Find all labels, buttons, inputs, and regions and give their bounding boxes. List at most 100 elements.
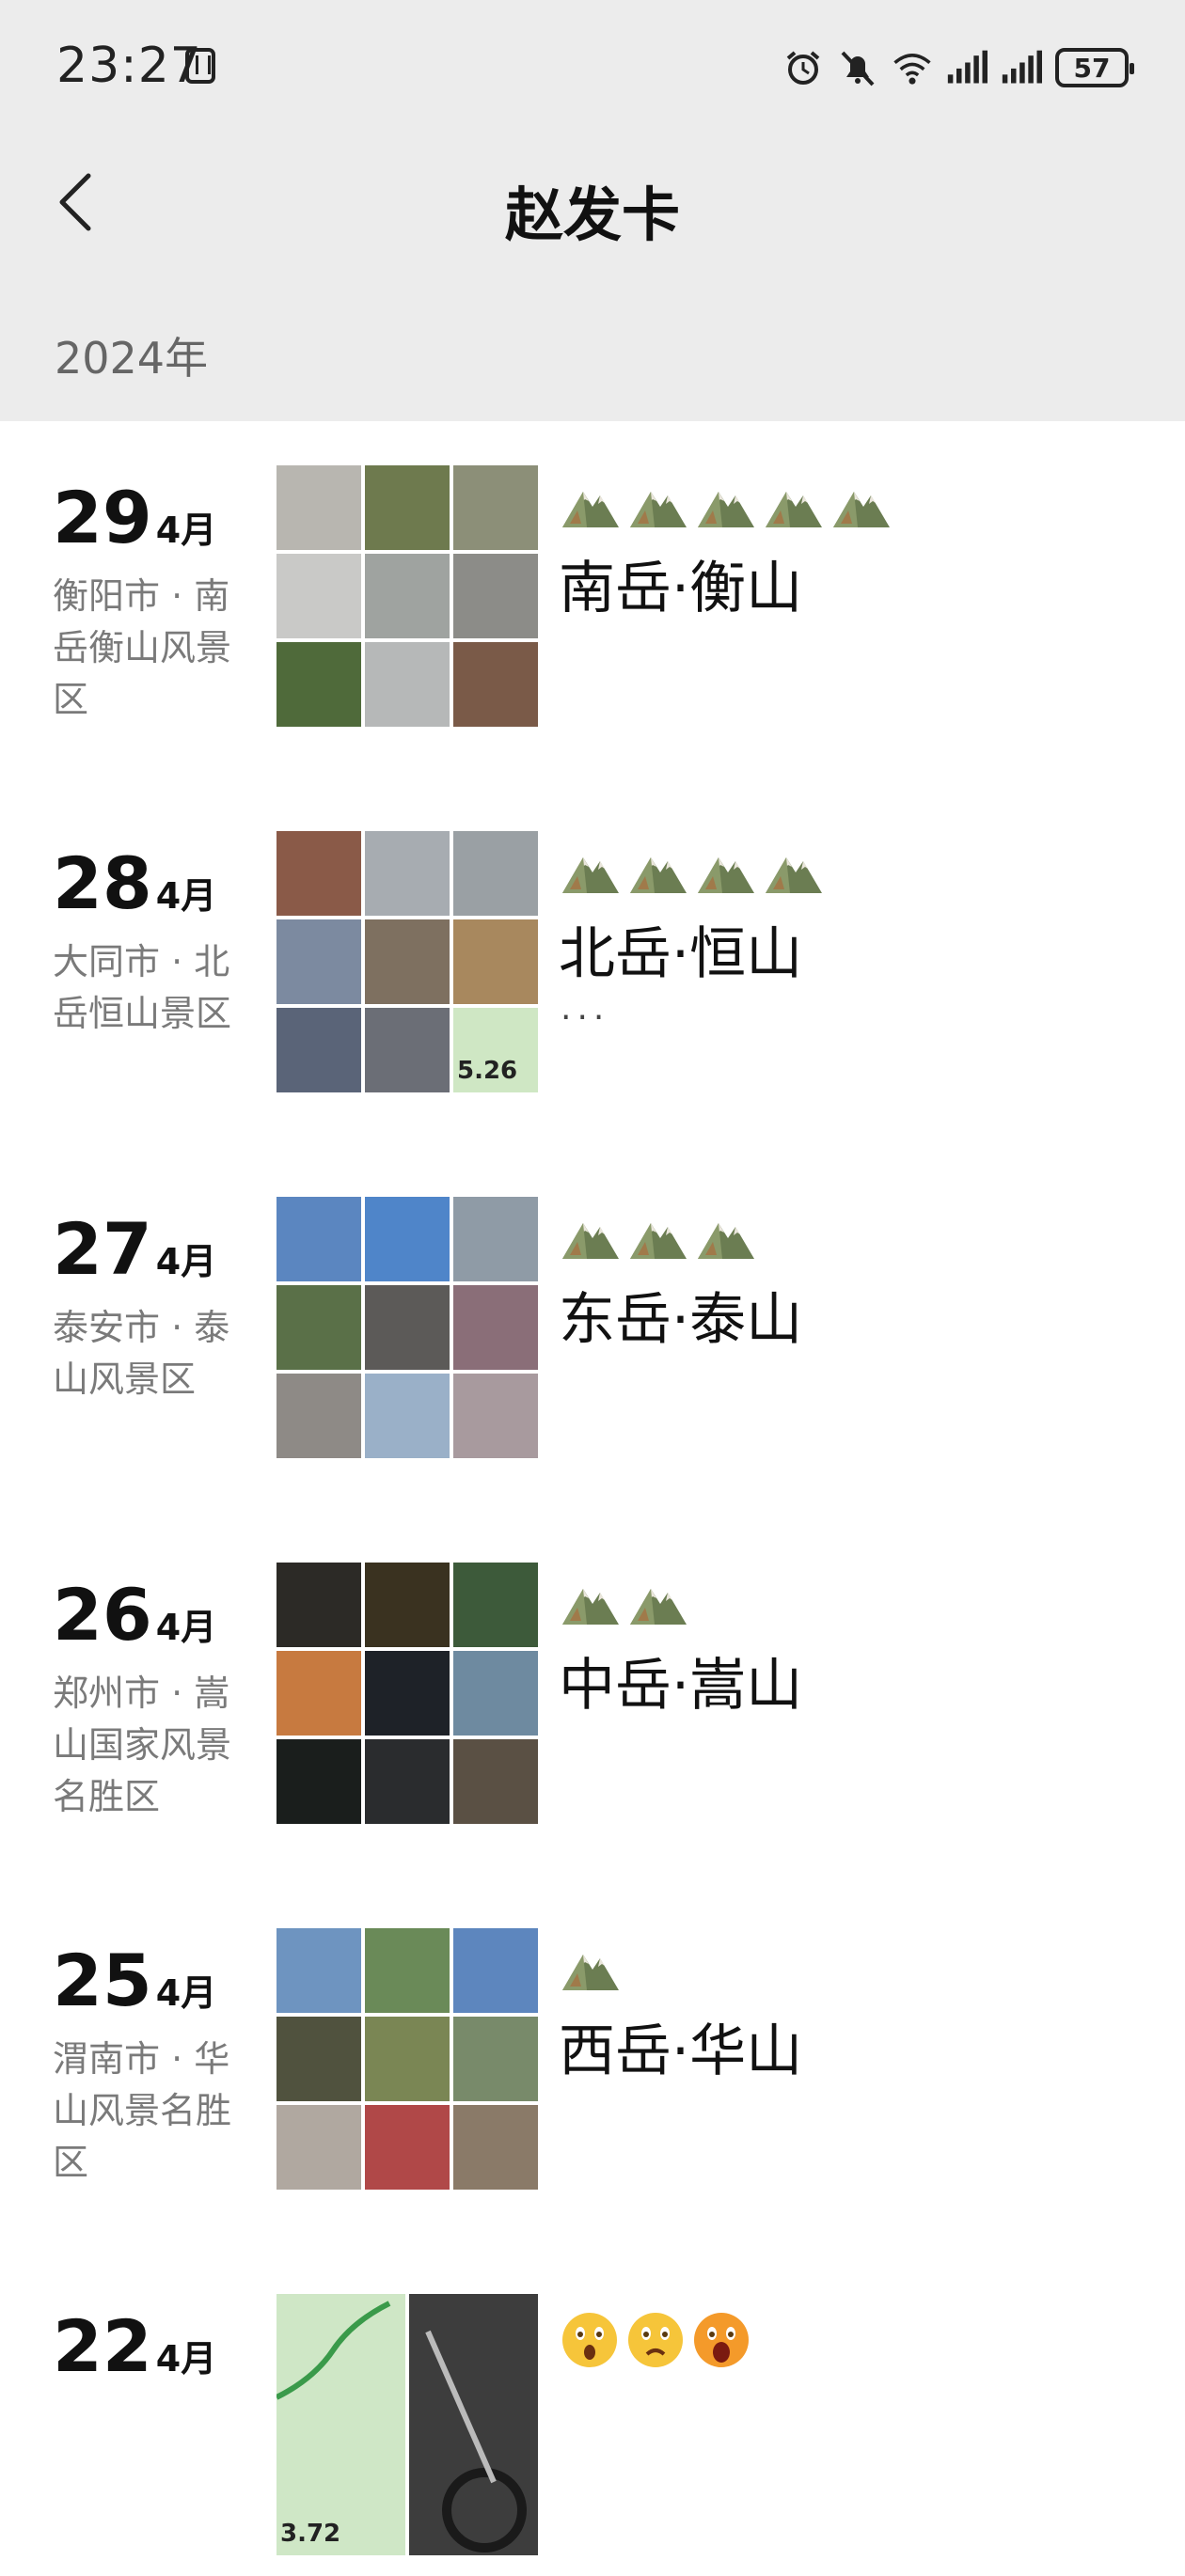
mountain-emoji-icon	[628, 848, 688, 897]
photo-grid[interactable]	[276, 1928, 538, 2190]
face-emoji-icon	[626, 2311, 685, 2369]
photo-thumbnail[interactable]	[365, 1008, 450, 1092]
mute-bell-icon	[837, 47, 878, 88]
photo-thumbnail[interactable]	[453, 831, 538, 916]
photo-thumbnail[interactable]	[276, 642, 361, 727]
photo-thumbnail[interactable]	[453, 2017, 538, 2101]
photo-thumbnail[interactable]	[276, 831, 361, 916]
photo-thumbnail[interactable]	[365, 1197, 450, 1281]
entry-location: 郑州市 · 嵩山国家风景名胜区	[53, 1673, 232, 1817]
photo-thumbnail[interactable]: 5.26	[453, 1008, 538, 1092]
entry-day: 29	[53, 476, 152, 559]
photo-thumbnail[interactable]	[276, 2017, 361, 2101]
photo-thumbnail[interactable]	[365, 1374, 450, 1458]
mountain-emoji-icon	[696, 482, 756, 531]
thumb-label: 3.72	[280, 2520, 341, 2548]
status-bar: 23:27 57	[0, 0, 1185, 136]
alarm-icon	[782, 47, 824, 88]
thumb-label: 5.26	[457, 1057, 518, 1085]
entry-emojis	[561, 1945, 621, 1994]
entry-day: 26	[53, 1573, 152, 1657]
photo-thumbnail[interactable]	[276, 1197, 361, 1281]
photo-thumbnail[interactable]	[276, 1739, 361, 1824]
battery-level: 57	[1073, 52, 1111, 84]
photo-grid[interactable]: 5.26	[276, 831, 538, 1092]
entry-month: 4月	[155, 2338, 217, 2380]
entry-day: 22	[53, 2304, 152, 2388]
nav-bar: 赵发卡	[0, 141, 1185, 263]
photo-thumbnail[interactable]	[365, 1651, 450, 1736]
photo-thumbnail[interactable]	[276, 2105, 361, 2190]
photo-grid[interactable]	[276, 1197, 538, 1458]
mountain-emoji-icon	[561, 848, 621, 897]
photo-thumbnail[interactable]	[453, 554, 538, 638]
photo-thumbnail[interactable]	[453, 2105, 538, 2190]
entry-more: ···	[561, 998, 610, 1037]
photo-thumbnail[interactable]	[409, 2294, 538, 2555]
photo-thumbnail[interactable]	[453, 1563, 538, 1647]
timeline-entry[interactable]: 22 4月 3.72	[0, 2294, 1185, 2576]
signal-2-icon	[1001, 47, 1042, 88]
entry-day: 28	[53, 841, 152, 925]
photo-grid[interactable]	[276, 1563, 538, 1824]
photo-thumbnail[interactable]	[365, 1739, 450, 1824]
photo-thumbnail[interactable]	[365, 1928, 450, 2013]
photo-thumbnail[interactable]	[365, 642, 450, 727]
entry-location: 衡阳市 · 南岳衡山风景区	[53, 575, 232, 720]
mountain-emoji-icon	[831, 482, 892, 531]
photo-thumbnail[interactable]	[276, 1651, 361, 1736]
entry-date: 27 4月	[53, 1214, 216, 1285]
mountain-emoji-icon	[628, 1214, 688, 1263]
photo-thumbnail[interactable]	[453, 642, 538, 727]
entry-emojis	[561, 1579, 688, 1628]
entry-caption: 西岳·华山	[559, 2018, 803, 2084]
photo-thumbnail[interactable]	[365, 2017, 450, 2101]
photo-thumbnail[interactable]	[453, 919, 538, 1004]
photo-thumbnail[interactable]	[365, 1285, 450, 1370]
entry-day: 25	[53, 1939, 152, 2022]
photo-thumbnail[interactable]	[453, 465, 538, 550]
photo-thumbnail[interactable]	[365, 2105, 450, 2190]
photo-thumbnail[interactable]	[365, 465, 450, 550]
photo-thumbnail[interactable]: 3.72	[276, 2294, 405, 2555]
page-title: 赵发卡	[504, 181, 680, 249]
photo-thumbnail[interactable]	[276, 1374, 361, 1458]
photo-thumbnail[interactable]	[276, 1008, 361, 1092]
photo-thumbnail[interactable]	[453, 1374, 538, 1458]
entry-emojis	[561, 1214, 756, 1263]
photo-grid[interactable]: 3.72	[276, 2294, 538, 2555]
timeline-entry[interactable]: 25 4月渭南市 · 华山风景名胜区 西岳·华山	[0, 1928, 1185, 2210]
photo-thumbnail[interactable]	[276, 1563, 361, 1647]
photo-thumbnail[interactable]	[365, 831, 450, 916]
status-time: 23:27	[56, 38, 202, 94]
timeline-entry[interactable]: 26 4月 郑州市 · 嵩山国家风景名胜区 中岳·嵩山	[0, 1563, 1185, 1845]
photo-grid[interactable]	[276, 465, 538, 727]
timeline-entry[interactable]: 28 4月 大同市 · 北岳恒山景区 5.26 北岳·恒山 ···	[0, 831, 1185, 1113]
photo-thumbnail[interactable]	[276, 919, 361, 1004]
photo-thumbnail[interactable]	[453, 1651, 538, 1736]
photo-thumbnail[interactable]	[453, 1928, 538, 2013]
entry-location: 渭南市 · 华山风景名胜区	[53, 2038, 232, 2183]
mountain-emoji-icon	[628, 1579, 688, 1628]
mountain-emoji-icon	[696, 848, 756, 897]
entry-location: 泰安市 · 泰山风景区	[53, 1307, 230, 1400]
photo-thumbnail[interactable]	[453, 1197, 538, 1281]
photo-thumbnail[interactable]	[276, 465, 361, 550]
photo-thumbnail[interactable]	[276, 1928, 361, 2013]
entry-caption: 中岳·嵩山	[559, 1653, 803, 1719]
photo-thumbnail[interactable]	[276, 1285, 361, 1370]
photo-thumbnail[interactable]	[276, 554, 361, 638]
photo-thumbnail[interactable]	[453, 1285, 538, 1370]
entry-emojis	[561, 2311, 750, 2367]
entry-date: 29 4月	[53, 482, 216, 554]
entry-caption: 东岳·泰山	[559, 1287, 803, 1353]
photo-thumbnail[interactable]	[365, 1563, 450, 1647]
entry-date: 25 4月	[53, 1945, 216, 2017]
photo-thumbnail[interactable]	[365, 554, 450, 638]
timeline-entry[interactable]: 27 4月泰安市 · 泰山风景区 东岳·泰山	[0, 1197, 1185, 1479]
timeline-entry[interactable]: 29 4月 衡阳市 · 南岳衡山风景区 南岳·衡山	[0, 465, 1185, 747]
entry-month: 4月	[155, 510, 217, 551]
photo-thumbnail[interactable]	[365, 919, 450, 1004]
entry-month: 4月	[155, 875, 217, 917]
photo-thumbnail[interactable]	[453, 1739, 538, 1824]
